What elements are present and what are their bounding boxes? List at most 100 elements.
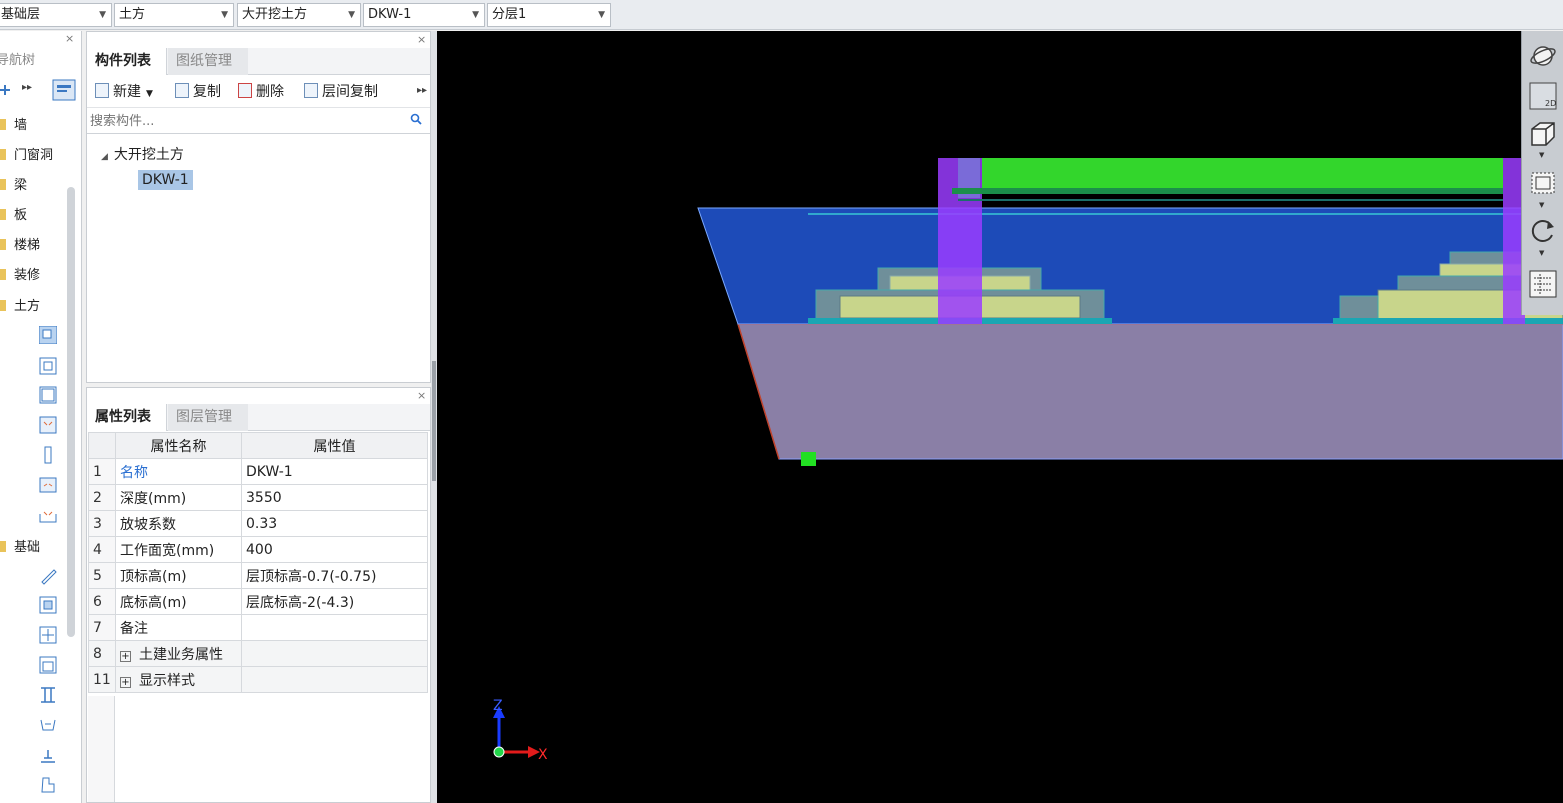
property-value[interactable]: DKW-1 (241, 458, 428, 485)
property-tabs: 属性列表 图层管理 (87, 404, 430, 431)
folder-icon (0, 300, 6, 311)
expand-icon[interactable]: + (120, 676, 131, 688)
pile-cap-icon[interactable] (39, 716, 57, 734)
nav-item-beam[interactable]: 梁 (0, 175, 27, 197)
drawing-viewport[interactable]: Z X (437, 31, 1563, 803)
table-row[interactable]: 4 工作面宽(mm) 400 (88, 536, 428, 563)
view-3d-box-icon[interactable] (1528, 119, 1558, 149)
row-number: 1 (88, 458, 116, 485)
nav-item-decoration[interactable]: 装修 (0, 265, 40, 287)
property-group-label: 土建业务属性 (139, 646, 223, 663)
expand-more-icon[interactable]: ▸▸ (22, 82, 32, 93)
expand-icon[interactable]: + (120, 650, 131, 662)
tab-drawing-management[interactable]: 图纸管理 (168, 48, 248, 75)
chevron-down-icon: ▼ (99, 10, 106, 20)
backfill-icon[interactable] (39, 416, 57, 434)
rotate-icon[interactable] (1528, 215, 1558, 245)
earth-volume-icon[interactable] (39, 476, 57, 494)
excavation-trench-icon[interactable] (39, 386, 57, 404)
property-group-name: + 显示样式 (115, 666, 242, 693)
pin-icon[interactable] (0, 85, 10, 95)
close-icon[interactable]: × (65, 32, 74, 45)
more-tools-icon[interactable]: ▸▸ (417, 85, 427, 96)
pile-icon[interactable] (39, 746, 57, 764)
raft-foundation-icon[interactable] (39, 596, 57, 614)
orbit-icon[interactable] (1528, 41, 1558, 71)
isolated-footing-icon[interactable] (39, 656, 57, 674)
chevron-down-icon: ▼ (348, 10, 355, 20)
tab-layer-management[interactable]: 图层管理 (168, 404, 248, 431)
delete-button-label: 删除 (256, 84, 284, 100)
tree-item-dkw-1[interactable]: DKW-1 (138, 170, 193, 190)
nav-item-earthwork[interactable]: 土方 (0, 296, 40, 318)
delete-button[interactable]: 删除 (238, 82, 284, 102)
pit-earth-icon[interactable] (39, 506, 57, 524)
floor-copy-button[interactable]: 层间复制 (304, 82, 378, 102)
row-number: 6 (88, 588, 116, 615)
component-select[interactable]: DKW-1 ▼ (363, 3, 485, 27)
property-value[interactable]: 0.33 (241, 510, 428, 537)
chevron-down-icon[interactable]: ▼ (1539, 201, 1544, 209)
layer-select[interactable]: 分层1 ▼ (487, 3, 611, 27)
floor-select-value: 基础层 (1, 7, 41, 22)
property-name: 顶标高(m) (115, 562, 242, 589)
tab-property-list[interactable]: 属性列表 (87, 404, 167, 431)
table-row[interactable]: 1 名称 DKW-1 (88, 458, 428, 485)
selector-bar: 基础层 ▼ 土方 ▼ 大开挖土方 ▼ DKW-1 ▼ 分层1 ▼ (0, 0, 1563, 30)
property-name: 名称 (115, 458, 242, 485)
table-row[interactable]: 3 放坡系数 0.33 (88, 510, 428, 537)
copy-button[interactable]: 复制 (175, 82, 221, 102)
strip-footing-icon[interactable] (39, 686, 57, 704)
column-cap-icon[interactable] (39, 626, 57, 644)
foundation-pit-icon[interactable] (39, 776, 57, 794)
property-name: 工作面宽(mm) (115, 536, 242, 563)
type-select[interactable]: 大开挖土方 ▼ (237, 3, 361, 27)
foundation-beam-icon[interactable] (39, 567, 57, 585)
property-value[interactable]: 层底标高-2(-4.3) (241, 588, 428, 615)
close-icon[interactable]: × (417, 33, 426, 46)
table-row[interactable]: 5 顶标高(m) 层顶标高-0.7(-0.75) (88, 562, 428, 589)
column-earth-icon[interactable] (39, 446, 57, 464)
chevron-down-icon[interactable]: ▼ (1539, 249, 1544, 257)
component-search (87, 110, 430, 134)
nav-item-stairs[interactable]: 楼梯 (0, 235, 40, 257)
chevron-down-icon[interactable]: ▼ (1539, 151, 1544, 159)
folder-icon (0, 209, 6, 220)
property-value (241, 666, 428, 693)
close-icon[interactable]: × (417, 389, 426, 402)
nav-scrollbar[interactable] (67, 187, 75, 637)
property-value (241, 640, 428, 667)
nav-item-foundation[interactable]: 基础 (0, 537, 40, 559)
floor-select[interactable]: 基础层 ▼ (0, 3, 112, 27)
excavation-pit-icon[interactable] (39, 357, 57, 375)
nav-item-openings[interactable]: 门窗洞 (0, 145, 53, 167)
new-button[interactable]: 新建 ▼ (95, 82, 153, 102)
property-value[interactable]: 层顶标高-0.7(-0.75) (241, 562, 428, 589)
table-row-group[interactable]: 11 + 显示样式 (88, 666, 428, 693)
grip-point[interactable] (801, 452, 816, 466)
property-value[interactable]: 400 (241, 536, 428, 563)
nav-item-slab[interactable]: 板 (0, 205, 27, 227)
view-zoom-extents-icon[interactable] (1528, 167, 1558, 197)
splitter-grip[interactable] (432, 361, 436, 481)
view-2d-label: 2D (1545, 99, 1556, 108)
property-name: 备注 (115, 614, 242, 641)
table-row[interactable]: 2 深度(mm) 3550 (88, 484, 428, 511)
search-input[interactable] (87, 110, 387, 132)
tab-component-list[interactable]: 构件列表 (87, 48, 167, 75)
view-2d-icon[interactable]: 2D (1528, 81, 1558, 111)
table-row[interactable]: 6 底标高(m) 层底标高-2(-4.3) (88, 588, 428, 615)
display-settings-icon[interactable] (1528, 269, 1558, 299)
panel-view-icon[interactable] (52, 79, 76, 101)
nav-item-wall[interactable]: 墙 (0, 115, 27, 137)
table-row[interactable]: 7 备注 (88, 614, 428, 641)
property-value[interactable] (241, 614, 428, 641)
component-tabs: 构件列表 图纸管理 (87, 48, 430, 75)
property-value[interactable]: 3550 (241, 484, 428, 511)
folder-icon (0, 179, 6, 190)
tree-group-excavation[interactable]: ◢ 大开挖土方 (101, 144, 184, 164)
table-row-group[interactable]: 8 + 土建业务属性 (88, 640, 428, 667)
excavation-large-icon[interactable] (39, 326, 57, 344)
category-select[interactable]: 土方 ▼ (114, 3, 234, 27)
search-icon[interactable] (410, 113, 422, 125)
